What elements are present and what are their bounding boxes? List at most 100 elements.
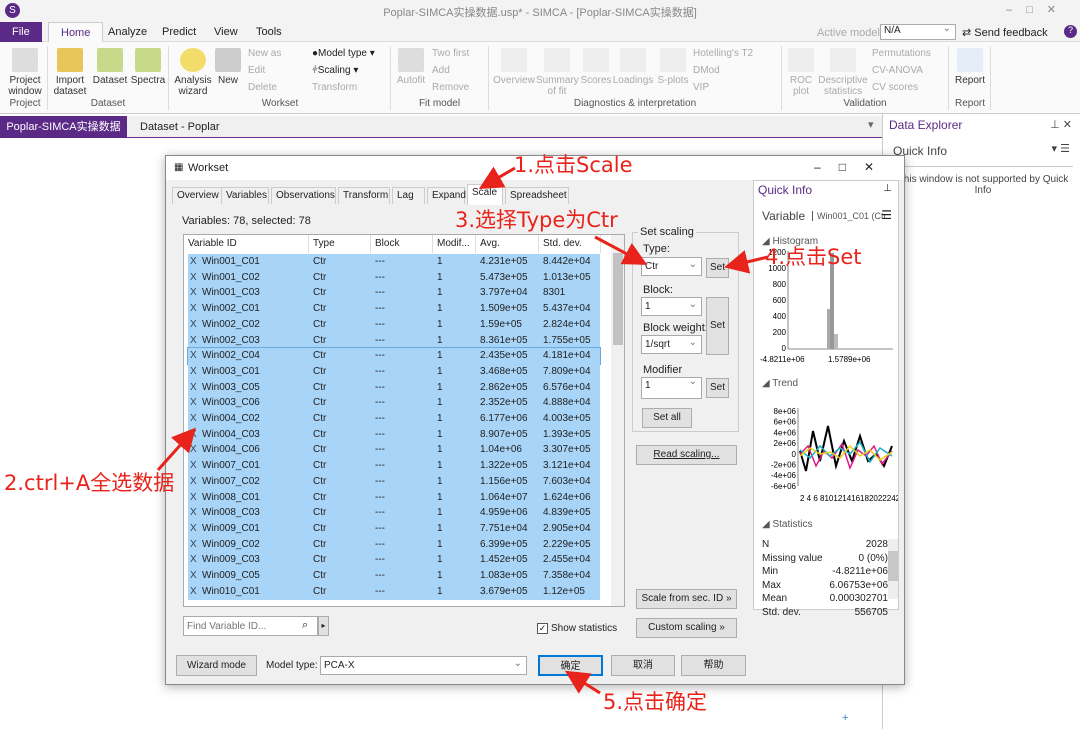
spectra-button[interactable]: Spectra [130,48,166,86]
roc-plot-button[interactable]: ROC plot [786,48,816,97]
table-row[interactable]: X Win004_C06 Ctr --- 1 1.04e+06 3.307e+05 [188,442,600,459]
statistics-section[interactable]: ◢ Statistics [762,519,812,530]
menu-icon[interactable]: ☰ [881,208,892,222]
summary-of-fit-button[interactable]: Summary of fit [536,48,579,97]
block-select[interactable]: 1 [641,296,702,316]
block-weight-select[interactable]: 1/sqrt [641,334,702,354]
dialog-window-controls[interactable]: –□✕ [814,160,892,174]
set-type-button[interactable]: Set [706,258,729,278]
custom-scaling-button[interactable]: Custom scaling » [636,618,737,638]
dialog-tab-overview[interactable]: Overview [172,187,222,204]
doc-tab-dataset[interactable]: Dataset - Poplar [140,121,219,133]
report-button[interactable]: Report [952,48,988,86]
table-row[interactable]: X Win002_C04 Ctr --- 1 2.435e+05 4.181e+04 [187,347,601,366]
col-modifier[interactable]: Modif... [433,235,476,253]
read-scaling-button[interactable]: Read scaling... [636,445,737,465]
col-variable-id[interactable]: Variable ID [184,235,309,253]
modifier-input[interactable]: 1 [641,376,702,399]
grid-scrollbar[interactable] [611,235,624,606]
table-row[interactable]: X Win002_C03 Ctr --- 1 8.361e+05 1.755e+05 [188,332,600,349]
table-row[interactable]: X Win003_C01 Ctr --- 1 3.468e+05 7.809e+04 [188,363,600,380]
edit-button[interactable]: Edit [248,65,265,76]
dialog-tab-variables[interactable]: Variables [221,187,269,204]
table-row[interactable]: X Win009_C05 Ctr --- 1 1.083e+05 7.358e+04 [188,568,600,584]
descriptive-statistics-button[interactable]: Descriptive statistics [816,48,870,97]
new-workset-button[interactable]: New [214,48,242,86]
set-all-button[interactable]: Set all [642,408,692,428]
dialog-tab-spreadsheet[interactable]: Spreadsheet [505,187,569,204]
find-variable-input[interactable] [183,616,318,636]
scores-button[interactable]: Scores [580,48,612,86]
help-button[interactable]: 帮助 [681,655,746,676]
table-row[interactable]: X Win009_C01 Ctr --- 1 7.751e+04 2.905e+04 [188,520,600,537]
table-row[interactable]: X Win007_C02 Ctr --- 1 1.156e+05 7.603e+04 [188,473,600,490]
pin-close-icons[interactable]: ⊥ ✕ [1050,118,1072,131]
analysis-wizard-button[interactable]: Analysis wizard [172,48,214,97]
table-row[interactable]: X Win004_C03 Ctr --- 1 8.907e+05 1.393e+05 [188,426,600,443]
tab-file[interactable]: File [0,22,42,42]
project-window-button[interactable]: Project window [5,48,45,97]
overview-button[interactable]: Overview [492,48,536,86]
variables-grid[interactable]: Variable ID Type Block Modif... Avg. Std… [183,234,625,607]
table-row[interactable]: X Win010_C01 Ctr --- 1 3.679e+05 1.12e+05 [188,583,600,600]
doc-tabs-dropdown-icon[interactable]: ▾ [868,118,874,131]
table-row[interactable]: X Win001_C01 Ctr --- 1 4.231e+05 8.442e+04 [188,254,600,270]
trend-section[interactable]: ◢ Trend [762,378,798,389]
model-type-select[interactable]: PCA-X [320,655,527,675]
dialog-tab-observations[interactable]: Observations [271,187,336,204]
cv-scores-button[interactable]: CV scores [872,82,918,93]
wizard-mode-button[interactable]: Wizard mode [176,655,257,676]
dialog-tab-lag[interactable]: Lag [392,187,425,204]
cv-anova-button[interactable]: CV-ANOVA [872,65,923,76]
tab-view[interactable]: View [202,22,250,42]
send-feedback-button[interactable]: ⇄ Send feedback [962,26,1048,39]
table-row[interactable]: X Win009_C02 Ctr --- 1 6.399e+05 2.229e+05 [188,536,600,553]
import-dataset-button[interactable]: Import dataset [50,48,90,97]
add-icon[interactable]: + [842,712,848,724]
dmod-button[interactable]: DMod [693,65,720,76]
dataset-button[interactable]: Dataset [92,48,128,86]
col-block[interactable]: Block [371,235,433,253]
window-controls[interactable]: –□✕ [1006,3,1070,16]
vip-button[interactable]: VIP [693,82,709,93]
add-button[interactable]: Add [432,65,450,76]
two-first-button[interactable]: Two first [432,48,469,59]
new-as-button[interactable]: New as [248,48,281,59]
pin-icon[interactable]: ⊥ [883,183,892,194]
s-plots-button[interactable]: S-plots [655,48,691,86]
active-model-select[interactable]: N/A [880,23,956,40]
dialog-tab-expand[interactable]: Expand [427,187,466,204]
table-row[interactable]: X Win002_C01 Ctr --- 1 1.509e+05 5.437e+04 [188,301,600,318]
table-row[interactable]: X Win003_C05 Ctr --- 1 2.862e+05 6.576e+04 [188,379,600,396]
model-type-button[interactable]: ●Model type ▾ [312,48,375,59]
autofit-button[interactable]: Autofit [395,48,427,86]
scaling-button[interactable]: ⫩Scaling ▾ [312,65,358,76]
find-next-button[interactable]: ▸ [318,616,329,636]
table-row[interactable]: X Win008_C03 Ctr --- 1 4.959e+06 4.839e+05 [188,505,600,522]
ok-button[interactable]: 确定 [538,655,603,676]
show-statistics-checkbox[interactable]: ✓ [537,623,548,634]
dialog-tab-transform[interactable]: Transform [338,187,390,204]
table-row[interactable]: X Win001_C03 Ctr --- 1 3.797e+04 8301 [188,285,600,302]
table-row[interactable]: X Win002_C02 Ctr --- 1 1.59e+05 2.824e+04 [188,316,600,333]
col-std-dev[interactable]: Std. dev. [539,235,601,253]
table-row[interactable]: X Win001_C02 Ctr --- 1 5.473e+05 1.013e+05 [188,269,600,286]
menu-icon[interactable]: ▾ ☰ [1052,142,1070,155]
set-block-button[interactable]: Set [706,297,729,355]
table-row[interactable]: X Win009_C03 Ctr --- 1 1.452e+05 2.455e+04 [188,552,600,569]
type-select[interactable]: Ctr [641,256,702,276]
table-row[interactable]: X Win008_C01 Ctr --- 1 1.064e+07 1.624e+06 [188,489,600,506]
help-icon[interactable]: ? [1064,25,1077,38]
remove-button[interactable]: Remove [432,82,469,93]
col-type[interactable]: Type [309,235,371,253]
tab-predict[interactable]: Predict [150,22,208,42]
table-row[interactable]: X Win004_C02 Ctr --- 1 6.177e+06 4.003e+05 [188,411,600,427]
scale-from-sec-id-button[interactable]: Scale from sec. ID » [636,589,737,609]
tab-tools[interactable]: Tools [244,22,294,42]
delete-button[interactable]: Delete [248,82,277,93]
col-avg[interactable]: Avg. [476,235,539,253]
dialog-tab-scale[interactable]: Scale [467,184,503,205]
permutations-button[interactable]: Permutations [872,48,931,59]
cancel-button[interactable]: 取消 [611,655,675,676]
stats-scrollbar[interactable] [888,539,898,599]
